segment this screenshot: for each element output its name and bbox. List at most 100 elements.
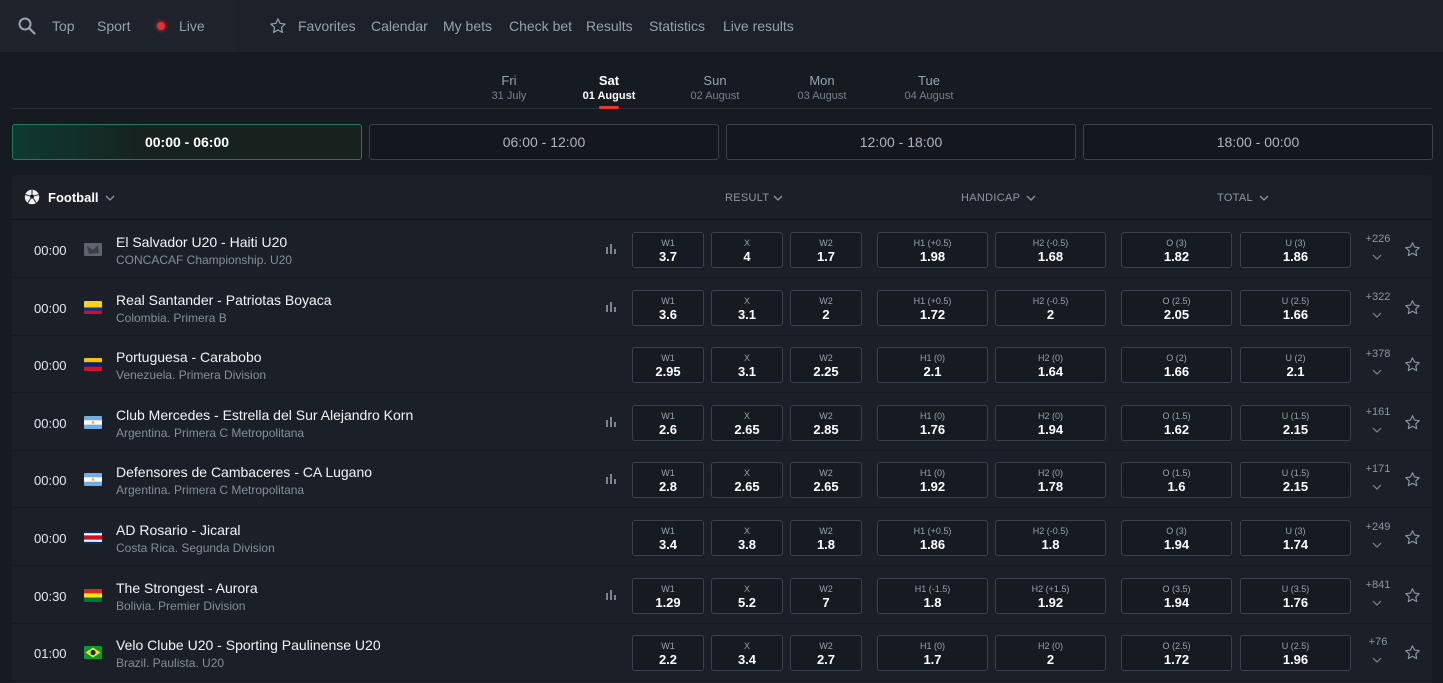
odds-button[interactable]: W2 2: [790, 290, 862, 326]
date-tab-sat[interactable]: Sat 01 August: [564, 73, 654, 103]
sport-title[interactable]: Football: [48, 190, 99, 205]
odds-button[interactable]: U (3.5) 1.76: [1240, 578, 1351, 614]
more-markets-count[interactable]: +249: [1358, 521, 1398, 533]
nav-calendar[interactable]: Calendar: [371, 18, 428, 34]
chevron-down-icon[interactable]: [1372, 369, 1382, 376]
nav-live-results[interactable]: Live results: [723, 18, 794, 34]
odds-button[interactable]: O (3) 1.82: [1121, 232, 1232, 268]
more-markets-count[interactable]: +378: [1358, 348, 1398, 360]
odds-button[interactable]: H1 (0) 1.7: [877, 635, 988, 671]
more-markets-count[interactable]: +76: [1358, 636, 1398, 648]
odds-button[interactable]: H2 (0) 1.78: [995, 462, 1106, 498]
more-markets-count[interactable]: +226: [1358, 233, 1398, 245]
odds-button[interactable]: U (2.5) 1.66: [1240, 290, 1351, 326]
favorite-star-icon[interactable]: [1404, 241, 1421, 258]
favorite-star-icon[interactable]: [1404, 414, 1421, 431]
odds-button[interactable]: X 2.65: [711, 405, 783, 441]
odds-button[interactable]: W1 2.8: [632, 462, 704, 498]
odds-button[interactable]: W1 3.6: [632, 290, 704, 326]
star-icon[interactable]: [269, 17, 287, 35]
odds-button[interactable]: U (1.5) 2.15: [1240, 405, 1351, 441]
odds-button[interactable]: X 5.2: [711, 578, 783, 614]
odds-button[interactable]: W1 3.7: [632, 232, 704, 268]
date-tab-sun[interactable]: Sun 02 August: [670, 73, 760, 103]
odds-button[interactable]: O (1.5) 1.6: [1121, 462, 1232, 498]
odds-button[interactable]: X 3.8: [711, 520, 783, 556]
favorite-star-icon[interactable]: [1404, 587, 1421, 604]
statistics-icon[interactable]: [605, 589, 617, 601]
chevron-down-icon[interactable]: [1372, 427, 1382, 434]
odds-button[interactable]: O (3) 1.94: [1121, 520, 1232, 556]
odds-button[interactable]: H1 (0) 1.76: [877, 405, 988, 441]
match-row[interactable]: 00:00 Defensores de Cambaceres - CA Lugan…: [12, 451, 1432, 508]
more-markets-count[interactable]: +841: [1358, 579, 1398, 591]
favorite-star-icon[interactable]: [1404, 644, 1421, 661]
odds-button[interactable]: W1 3.4: [632, 520, 704, 556]
match-teams[interactable]: Velo Clube U20 - Sporting Paulinense U20: [116, 637, 381, 653]
odds-button[interactable]: H2 (0) 1.64: [995, 347, 1106, 383]
odds-button[interactable]: H1 (-1.5) 1.8: [877, 578, 988, 614]
odds-button[interactable]: W2 7: [790, 578, 862, 614]
chevron-down-icon[interactable]: [1372, 254, 1382, 261]
date-tab-mon[interactable]: Mon 03 August: [777, 73, 867, 103]
odds-button[interactable]: W1 2.95: [632, 347, 704, 383]
match-row[interactable]: 00:00 AD Rosario - Jicaral Costa Rica. Seg…: [12, 509, 1432, 566]
statistics-icon[interactable]: [605, 301, 617, 313]
nav-statistics[interactable]: Statistics: [649, 18, 705, 34]
odds-button[interactable]: W2 2.85: [790, 405, 862, 441]
odds-button[interactable]: H2 (-0.5) 1.8: [995, 520, 1106, 556]
odds-button[interactable]: H2 (+1.5) 1.92: [995, 578, 1106, 614]
match-teams[interactable]: Real Santander - Patriotas Boyaca: [116, 292, 332, 308]
nav-sport[interactable]: Sport: [97, 18, 130, 34]
chevron-down-icon[interactable]: [1372, 312, 1382, 319]
odds-button[interactable]: H1 (+0.5) 1.72: [877, 290, 988, 326]
odds-button[interactable]: W2 1.8: [790, 520, 862, 556]
odds-button[interactable]: U (2) 2.1: [1240, 347, 1351, 383]
odds-button[interactable]: W2 2.7: [790, 635, 862, 671]
chevron-down-icon[interactable]: [1372, 600, 1382, 607]
statistics-icon[interactable]: [605, 243, 617, 255]
favorite-star-icon[interactable]: [1404, 471, 1421, 488]
match-row[interactable]: 01:00 Velo Clube U20 - Sporting Paulinens…: [12, 624, 1432, 681]
odds-button[interactable]: W2 2.65: [790, 462, 862, 498]
time-slot-00-06[interactable]: 00:00 - 06:00: [12, 124, 362, 160]
column-result[interactable]: RESULT: [725, 192, 769, 204]
match-teams[interactable]: AD Rosario - Jicaral: [116, 522, 240, 538]
statistics-icon[interactable]: [605, 473, 617, 485]
favorite-star-icon[interactable]: [1404, 529, 1421, 546]
odds-button[interactable]: W2 1.7: [790, 232, 862, 268]
time-slot-06-12[interactable]: 06:00 - 12:00: [369, 124, 719, 160]
chevron-down-icon[interactable]: [1372, 484, 1382, 491]
nav-check-bet[interactable]: Check bet: [509, 18, 572, 34]
odds-button[interactable]: W1 2.2: [632, 635, 704, 671]
chevron-down-icon[interactable]: [1372, 657, 1382, 664]
odds-button[interactable]: U (3) 1.74: [1240, 520, 1351, 556]
odds-button[interactable]: H2 (0) 2: [995, 635, 1106, 671]
nav-favorites[interactable]: Favorites: [298, 18, 356, 34]
odds-button[interactable]: H1 (0) 2.1: [877, 347, 988, 383]
odds-button[interactable]: U (2.5) 1.96: [1240, 635, 1351, 671]
odds-button[interactable]: H1 (+0.5) 1.98: [877, 232, 988, 268]
more-markets-count[interactable]: +322: [1358, 291, 1398, 303]
chevron-down-icon[interactable]: [1259, 195, 1269, 202]
chevron-down-icon[interactable]: [773, 195, 783, 202]
odds-button[interactable]: X 2.65: [711, 462, 783, 498]
match-row[interactable]: 00:00 Club Mercedes - Estrella del Sur Al…: [12, 394, 1432, 451]
match-teams[interactable]: Club Mercedes - Estrella del Sur Alejand…: [116, 407, 413, 423]
odds-button[interactable]: U (3) 1.86: [1240, 232, 1351, 268]
odds-button[interactable]: O (1.5) 1.62: [1121, 405, 1232, 441]
odds-button[interactable]: H2 (-0.5) 2: [995, 290, 1106, 326]
favorite-star-icon[interactable]: [1404, 356, 1421, 373]
match-row[interactable]: 00:00 El Salvador U20 - Haiti U20 CONCACAF…: [12, 221, 1432, 278]
odds-button[interactable]: W1 2.6: [632, 405, 704, 441]
match-row[interactable]: 00:00 Portuguesa - Carabobo Venezuela. Pri…: [12, 336, 1432, 393]
odds-button[interactable]: W1 1.29: [632, 578, 704, 614]
odds-button[interactable]: O (2.5) 2.05: [1121, 290, 1232, 326]
more-markets-count[interactable]: +171: [1358, 463, 1398, 475]
odds-button[interactable]: O (3.5) 1.94: [1121, 578, 1232, 614]
match-teams[interactable]: Portuguesa - Carabobo: [116, 349, 262, 365]
time-slot-18-00[interactable]: 18:00 - 00:00: [1083, 124, 1433, 160]
odds-button[interactable]: X 3.1: [711, 347, 783, 383]
odds-button[interactable]: H2 (0) 1.94: [995, 405, 1106, 441]
chevron-down-icon[interactable]: [105, 195, 115, 202]
